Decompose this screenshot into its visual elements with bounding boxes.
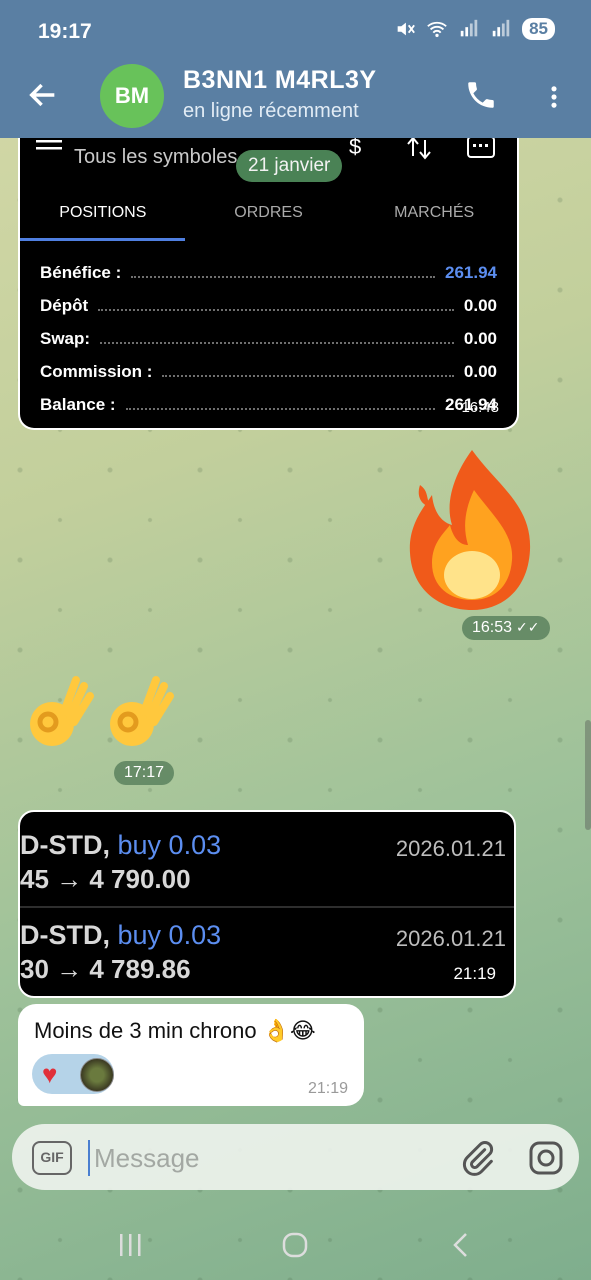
trade-action: buy 0.03 xyxy=(117,920,222,950)
more-options-icon[interactable] xyxy=(540,80,568,114)
back-arrow-icon[interactable] xyxy=(26,78,60,112)
sort-arrows-icon xyxy=(407,138,431,160)
summary-row-commission: Commission : 0.00 xyxy=(40,355,497,388)
hamburger-menu-icon xyxy=(36,140,62,150)
summary-row-balance: Balance : 261.94 xyxy=(40,388,497,421)
trade-date: 2026.01.21 xyxy=(395,836,506,861)
message-input[interactable] xyxy=(88,1140,436,1176)
mute-icon xyxy=(397,22,415,36)
tab-orders: ORDRES xyxy=(234,204,303,221)
trade-date: 2026.01.21 xyxy=(395,926,506,951)
dollar-icon: $ xyxy=(349,138,361,159)
row-value: 0.00 xyxy=(463,361,497,381)
status-bar: 19:17 85 xyxy=(0,0,591,64)
message-time: 16:48 xyxy=(461,399,499,416)
message-time-ok: 17:17 xyxy=(114,761,175,785)
message-input-bar: GIF xyxy=(12,1124,579,1190)
heart-reaction-icon: ♥ xyxy=(42,1059,58,1089)
fire-emoji-icon[interactable] xyxy=(402,445,542,615)
trade-symbol: D-STD, xyxy=(20,830,110,860)
ok-hand-emoji-icon[interactable] xyxy=(24,672,94,752)
summary-row-profit: Bénéfice : 261.94 xyxy=(40,256,497,289)
back-nav-icon[interactable] xyxy=(446,1230,476,1260)
symbols-label: Tous les symboles xyxy=(74,146,238,168)
signal-icon xyxy=(460,19,478,37)
row-label: Balance : xyxy=(40,394,116,414)
trade-row: D-STD, buy 0.03 2026.01.21 30 → 4 789.86 xyxy=(20,902,514,992)
message-time-fire: 16:53 ✓✓ xyxy=(462,616,550,640)
read-receipt-icon: ✓✓ xyxy=(516,619,540,635)
tab-markets: MARCHÉS xyxy=(394,204,475,221)
account-summary: Bénéfice : 261.94 Dépôt 0.00 Swap: 0.00 … xyxy=(40,256,497,421)
row-value: 261.94 xyxy=(445,262,497,282)
gif-button[interactable]: GIF xyxy=(32,1141,72,1175)
contact-avatar[interactable]: BM xyxy=(100,64,164,128)
contact-name[interactable]: B3NN1 M4RL3Y xyxy=(183,66,377,95)
calendar-icon xyxy=(467,138,495,158)
trade-action: buy 0.03 xyxy=(117,830,222,860)
row-label: Commission : xyxy=(40,361,153,381)
row-label: Dépôt xyxy=(40,295,89,315)
active-tab-indicator xyxy=(20,238,185,241)
tab-positions: POSITIONS xyxy=(59,204,147,221)
chat-header: BM B3NN1 M4RL3Y en ligne récemment xyxy=(0,64,591,138)
reactor-avatar xyxy=(80,1058,114,1092)
status-time: 19:17 xyxy=(38,20,92,43)
svg-text:$: $ xyxy=(349,138,361,159)
summary-row-deposit: Dépôt 0.00 xyxy=(40,289,497,322)
row-value: 0.00 xyxy=(463,328,497,348)
message-time: 21:19 xyxy=(307,1080,348,1097)
attachment-clip-icon[interactable] xyxy=(458,1138,498,1178)
trade-row: D-STD, buy 0.03 2026.01.21 45 → 4 790.00 xyxy=(20,812,514,908)
recent-apps-icon[interactable] xyxy=(116,1230,146,1260)
scrollbar[interactable] xyxy=(585,720,591,830)
row-value: 0.00 xyxy=(463,295,497,315)
message-time: 21:19 xyxy=(453,964,496,983)
signal-icon-2 xyxy=(492,19,510,37)
image-message-trades[interactable]: D-STD, buy 0.03 2026.01.21 45 → 4 790.00… xyxy=(18,810,516,998)
message-text: Moins de 3 min chrono 👌😂 xyxy=(34,1018,316,1043)
home-icon[interactable] xyxy=(280,1230,310,1260)
ok-hand-emoji-icon-2[interactable] xyxy=(104,672,174,752)
system-nav-bar xyxy=(0,1200,591,1280)
phone-icon[interactable] xyxy=(464,78,498,112)
battery-indicator: 85 xyxy=(522,18,555,40)
reactions[interactable]: ♥ xyxy=(32,1054,114,1094)
camera-icon[interactable] xyxy=(526,1138,566,1178)
trade-price: 30 → 4 789.86 xyxy=(20,954,191,984)
row-label: Bénéfice : xyxy=(40,262,122,282)
row-label: Swap: xyxy=(40,328,91,348)
wifi-icon xyxy=(427,21,447,38)
status-icons: 85 xyxy=(394,18,555,40)
contact-status: en ligne récemment xyxy=(183,100,359,122)
date-divider: 21 janvier xyxy=(236,150,343,182)
text-message-bubble[interactable]: Moins de 3 min chrono 👌😂 ♥ 21:19 xyxy=(18,1004,364,1106)
positions-tabs: POSITIONS ORDRES MARCHÉS xyxy=(20,198,517,242)
summary-row-swap: Swap: 0.00 xyxy=(40,322,497,355)
trade-price: 45 → 4 790.00 xyxy=(20,864,191,894)
trade-symbol: D-STD, xyxy=(20,920,110,950)
